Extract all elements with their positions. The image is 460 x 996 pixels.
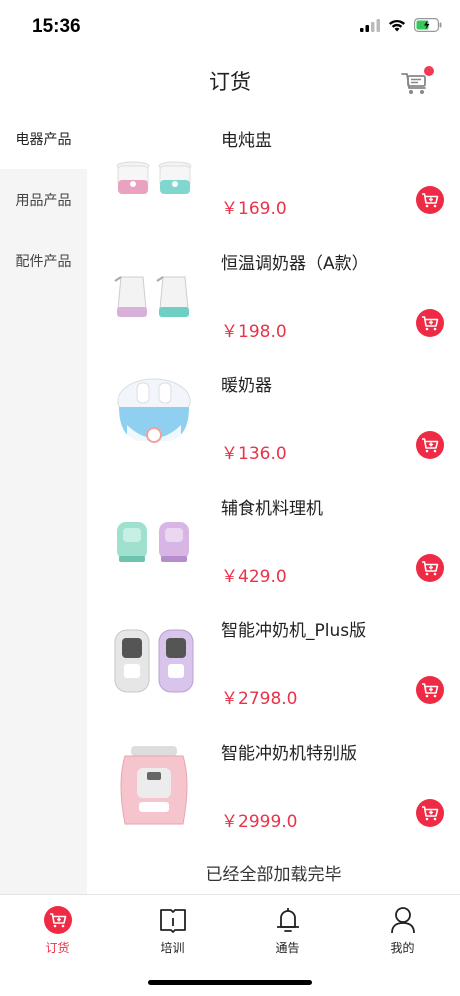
product-item[interactable]: 智能冲奶机特别版 ￥2999.0: [87, 721, 460, 844]
add-to-cart-button[interactable]: [416, 186, 444, 214]
product-price: ￥2798.0: [221, 689, 298, 709]
product-image: [109, 620, 199, 700]
tab-training[interactable]: 培训: [115, 895, 230, 962]
product-item[interactable]: 智能冲奶机_Plus版 ￥2798.0: [87, 598, 460, 721]
user-icon: [388, 905, 418, 935]
add-cart-icon: [422, 438, 439, 453]
product-name: 暖奶器: [221, 376, 272, 396]
shopping-cart-button[interactable]: [400, 66, 434, 96]
add-cart-icon: [422, 560, 439, 575]
sidebar-item-label: 电器产品: [15, 131, 72, 148]
book-icon: [158, 905, 188, 935]
product-name: 恒温调奶器（A款）: [221, 253, 369, 274]
cart-icon: [43, 905, 73, 935]
product-name: 智能冲奶机特别版: [221, 743, 357, 764]
status-bar: 15:36: [0, 0, 460, 56]
product-price: ￥2999.0: [221, 811, 298, 832]
product-price: ￥136.0: [221, 444, 287, 464]
product-price: ￥429.0: [221, 566, 287, 587]
product-image: [109, 253, 199, 333]
add-cart-icon: [422, 315, 439, 330]
sidebar-item-supplies[interactable]: 用品产品: [0, 169, 87, 230]
tab-mine[interactable]: 我的: [345, 895, 460, 962]
status-icons: [360, 18, 442, 32]
signal-icon: [360, 18, 380, 32]
add-to-cart-button[interactable]: [416, 798, 444, 827]
bottom-tab-bar: 订货 培训 通告 我的: [0, 894, 460, 962]
sidebar-item-label: 用品产品: [15, 192, 72, 209]
tab-label: 培训: [160, 941, 185, 955]
load-complete-text: 已经全部加载完毕: [205, 865, 342, 885]
product-name: 电炖盅: [221, 131, 272, 151]
add-cart-icon: [422, 805, 439, 820]
add-to-cart-button[interactable]: [416, 431, 444, 459]
sidebar-item-electrical[interactable]: 电器产品: [0, 108, 87, 169]
product-image: [109, 498, 199, 578]
product-item[interactable]: 电炖盅 ￥169.0: [87, 108, 460, 231]
product-image: [109, 375, 199, 455]
add-to-cart-button[interactable]: [416, 553, 444, 582]
home-indicator[interactable]: [148, 980, 312, 985]
nav-bar: 订货: [0, 56, 460, 108]
add-to-cart-button[interactable]: [416, 308, 444, 337]
tab-label: 通告: [275, 941, 300, 955]
add-cart-icon: [422, 193, 439, 208]
product-image: [109, 130, 199, 210]
sidebar-item-label: 配件产品: [15, 253, 72, 270]
page-title: 订货: [209, 70, 251, 94]
category-sidebar: 电器产品 用品产品 配件产品: [0, 108, 87, 894]
product-item[interactable]: 暖奶器 ￥136.0: [87, 353, 460, 476]
battery-icon: [414, 18, 442, 32]
cart-badge-dot: [424, 66, 434, 76]
tab-notice[interactable]: 通告: [230, 895, 345, 962]
product-list: 电炖盅 ￥169.0 恒温调奶器（A款） ￥198.0 暖奶器 ￥136.0 辅…: [87, 108, 460, 894]
add-to-cart-button[interactable]: [416, 676, 444, 704]
bell-icon: [273, 905, 303, 935]
product-item[interactable]: 辅食机料理机 ￥429.0: [87, 476, 460, 599]
product-image: [109, 743, 199, 824]
tab-label: 我的: [390, 941, 415, 955]
tab-label: 订货: [45, 941, 70, 955]
product-name: 智能冲奶机_Plus版: [221, 621, 367, 641]
add-cart-icon: [422, 683, 439, 698]
wifi-icon: [389, 19, 405, 31]
product-price: ￥169.0: [221, 199, 287, 219]
product-price: ￥198.0: [221, 321, 287, 342]
product-item[interactable]: 恒温调奶器（A款） ￥198.0: [87, 231, 460, 354]
sidebar-item-accessories[interactable]: 配件产品: [0, 230, 87, 291]
tab-order[interactable]: 订货: [0, 895, 115, 962]
product-name: 辅食机料理机: [221, 498, 323, 519]
status-time: 15:36: [32, 16, 81, 37]
